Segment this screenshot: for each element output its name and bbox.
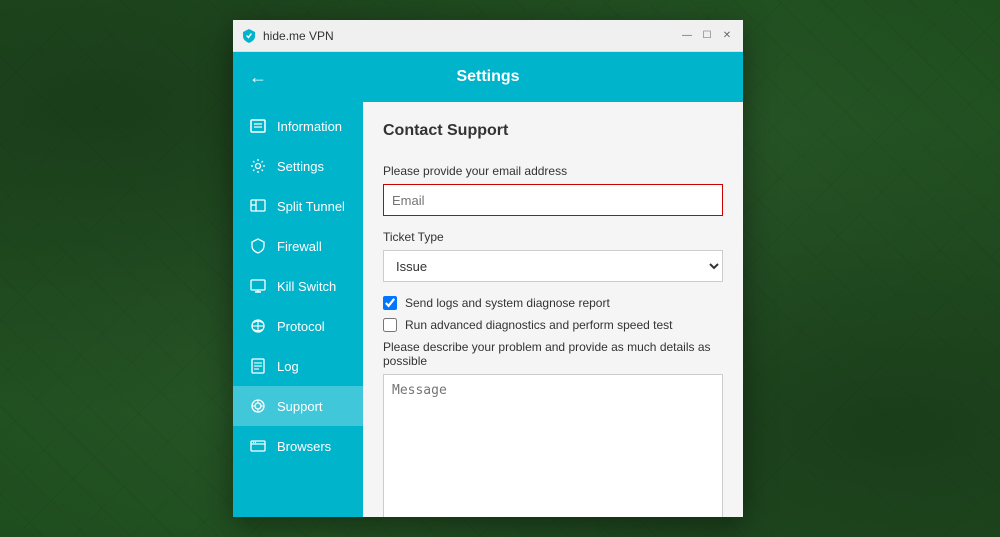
email-label: Please provide your email address	[383, 164, 723, 178]
log-icon	[249, 357, 267, 375]
support-label: Support	[277, 399, 323, 414]
message-textarea[interactable]	[383, 374, 723, 517]
kill-switch-icon	[249, 277, 267, 295]
logs-checkbox-label: Send logs and system diagnose report	[405, 296, 610, 310]
settings-label: Settings	[277, 159, 324, 174]
log-label: Log	[277, 359, 299, 374]
kill-switch-label: Kill Switch	[277, 279, 336, 294]
settings-icon	[249, 157, 267, 175]
firewall-label: Firewall	[277, 239, 322, 254]
sidebar-item-browsers[interactable]: Browsers	[233, 426, 363, 466]
hideme-logo-icon	[241, 28, 257, 44]
diagnostics-checkbox-label: Run advanced diagnostics and perform spe…	[405, 318, 673, 332]
message-group: Please describe your problem and provide…	[383, 340, 723, 517]
close-button[interactable]: ✕	[719, 28, 735, 44]
settings-header: ← Settings	[233, 52, 743, 102]
split-tunnel-icon	[249, 197, 267, 215]
email-input[interactable]	[383, 184, 723, 216]
main-content-area: Contact Support Please provide your emai…	[363, 102, 743, 517]
information-label: Information	[277, 119, 342, 134]
window-content: Information Settings	[233, 102, 743, 517]
ticket-type-select[interactable]: Issue Question Feature Request	[383, 250, 723, 282]
firewall-icon	[249, 237, 267, 255]
titlebar: hide.me VPN — ☐ ✕	[233, 20, 743, 52]
ticket-type-group: Ticket Type Issue Question Feature Reque…	[383, 230, 723, 282]
app-title: hide.me VPN	[263, 29, 334, 43]
split-tunnel-label: Split Tunnel	[277, 199, 345, 214]
diagnostics-checkbox-group: Run advanced diagnostics and perform spe…	[383, 318, 723, 332]
sidebar-item-firewall[interactable]: Firewall	[233, 226, 363, 266]
back-button[interactable]: ←	[249, 67, 267, 88]
minimize-button[interactable]: —	[679, 28, 695, 44]
page-title: Contact Support	[383, 122, 723, 148]
logs-checkbox[interactable]	[383, 296, 397, 310]
support-icon	[249, 397, 267, 415]
information-icon	[249, 117, 267, 135]
sidebar-item-support[interactable]: Support	[233, 386, 363, 426]
sidebar-item-split-tunnel[interactable]: Split Tunnel	[233, 186, 363, 226]
diagnostics-checkbox[interactable]	[383, 318, 397, 332]
logs-checkbox-group: Send logs and system diagnose report	[383, 296, 723, 310]
message-label: Please describe your problem and provide…	[383, 340, 723, 368]
titlebar-controls: — ☐ ✕	[679, 28, 735, 44]
protocol-label: Protocol	[277, 319, 325, 334]
sidebar-item-information[interactable]: Information	[233, 106, 363, 146]
titlebar-logo: hide.me VPN	[241, 28, 679, 44]
browsers-label: Browsers	[277, 439, 331, 454]
app-window: hide.me VPN — ☐ ✕ ← Settings Informa	[233, 20, 743, 517]
ticket-type-label: Ticket Type	[383, 230, 723, 244]
sidebar: Information Settings	[233, 102, 363, 517]
sidebar-item-protocol[interactable]: Protocol	[233, 306, 363, 346]
sidebar-item-settings[interactable]: Settings	[233, 146, 363, 186]
maximize-button[interactable]: ☐	[699, 28, 715, 44]
email-group: Please provide your email address	[383, 164, 723, 216]
sidebar-item-kill-switch[interactable]: Kill Switch	[233, 266, 363, 306]
header-title: Settings	[456, 68, 519, 86]
protocol-icon	[249, 317, 267, 335]
browsers-icon	[249, 437, 267, 455]
sidebar-item-log[interactable]: Log	[233, 346, 363, 386]
